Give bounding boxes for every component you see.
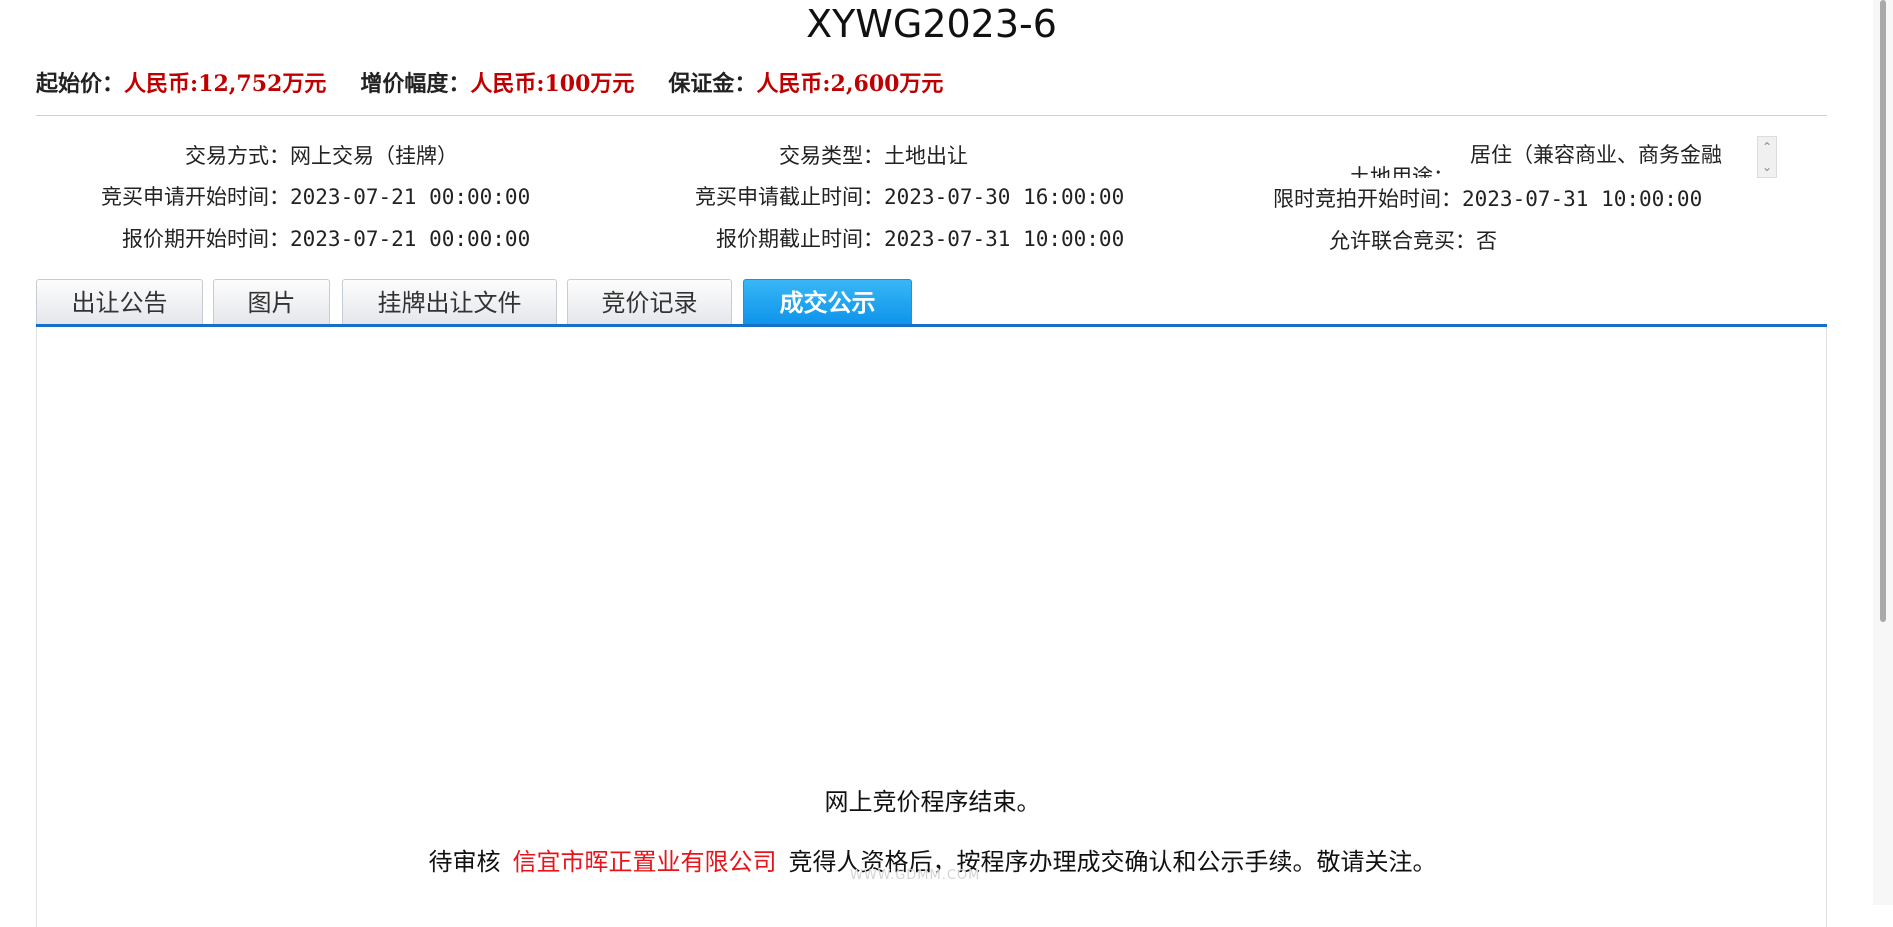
quote-start-time: 报价期开始时间：2023-07-21 00:00:00 — [122, 227, 531, 251]
apply-start-time: 竞买申请开始时间：2023-07-21 00:00:00 — [101, 185, 531, 209]
page-title: XYWG2023-6 — [806, 2, 1057, 46]
land-use-label: 土地用途： — [1349, 165, 1454, 178]
chevron-up-icon[interactable]: ⌃ — [1758, 137, 1776, 157]
deposit: 保证金：人民币:2,600万元 — [668, 71, 944, 97]
page-scrollbar[interactable] — [1873, 0, 1893, 905]
chevron-down-icon[interactable]: ⌄ — [1758, 157, 1776, 177]
scrollbar-thumb[interactable] — [1880, 0, 1886, 622]
auction-start-time: 限时竞拍开始时间：2023-07-31 10:00:00 — [1273, 187, 1703, 211]
tab-pictures[interactable]: 图片 — [213, 279, 330, 325]
trade-method: 交易方式：网上交易（挂牌） — [185, 144, 458, 168]
winning-company: 信宜市晖正置业有限公司 — [512, 848, 777, 876]
tab-announcement[interactable]: 出让公告 — [36, 279, 203, 325]
land-use-scrollbar[interactable]: ⌃ ⌄ — [1757, 136, 1777, 178]
tab-deal-announcement[interactable]: 成交公示 — [743, 279, 912, 325]
land-use-field[interactable]: 土地用途： 居住（兼容商业、商务金融 — [1036, 136, 1778, 178]
trade-type: 交易类型：土地出让 — [779, 144, 968, 168]
tab-bid-records[interactable]: 竞价记录 — [567, 279, 732, 325]
start-price: 起始价：人民币:12,752万元 — [36, 71, 327, 97]
joint-bid: 允许联合竞买：否 — [1329, 229, 1497, 253]
watermark: WWW.GDMM.COM — [850, 868, 981, 883]
deal-announcement-panel: 网上竞价程序结束。 待审核 信宜市晖正置业有限公司 竞得人资格后，按程序办理成交确认… — [36, 327, 1827, 927]
divider — [36, 115, 1827, 116]
land-use-value: 居住（兼容商业、商务金融 — [1470, 143, 1722, 167]
price-summary: 起始价：人民币:12,752万元 增价幅度：人民币:100万元 保证金：人民币:… — [36, 64, 977, 100]
auction-ended-message: 网上竞价程序结束。 — [824, 788, 1041, 816]
tab-listing-documents[interactable]: 挂牌出让文件 — [342, 279, 557, 325]
increment: 增价幅度：人民币:100万元 — [360, 71, 635, 97]
